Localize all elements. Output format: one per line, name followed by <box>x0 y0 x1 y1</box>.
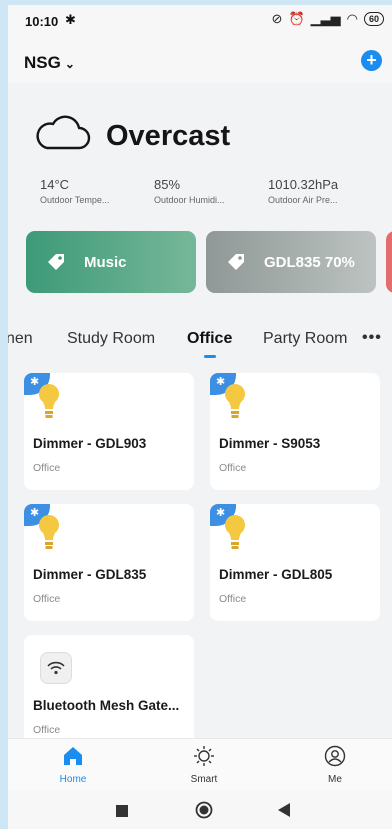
add-device-button[interactable]: + <box>361 50 382 71</box>
home-icon <box>64 747 82 765</box>
home-selector[interactable]: NSG ⌄ <box>24 53 75 73</box>
bulb-icon <box>225 384 245 418</box>
nav-label: Me <box>328 774 342 785</box>
signal-icon: ▁▃▅ <box>310 11 341 26</box>
tab-office[interactable]: Office <box>187 330 232 348</box>
nav-me[interactable]: Me <box>295 745 375 785</box>
nav-label: Home <box>59 774 87 785</box>
more-tabs-icon[interactable]: ••• <box>362 329 382 347</box>
wifi-icon: ◠ <box>346 11 358 26</box>
alarm-icon: ⏰ <box>288 11 305 26</box>
plus-icon: + <box>366 50 377 70</box>
device-name: Dimmer - GDL903 <box>33 436 147 451</box>
sun-icon <box>194 746 214 766</box>
chevron-down-icon: ⌄ <box>64 57 75 71</box>
scene-label: Music <box>84 253 127 271</box>
bottom-nav: Home Smart Me <box>8 738 392 791</box>
tab-kitchen[interactable]: nen <box>8 330 33 348</box>
back-icon[interactable] <box>278 803 290 817</box>
scene-card-music[interactable]: Music <box>26 231 196 293</box>
tab-party-room[interactable]: Party Room <box>263 330 347 348</box>
app-header: NSG ⌄ + <box>8 37 392 83</box>
device-card[interactable]: ✱ Dimmer - GDL805 Office <box>210 504 380 621</box>
profile-icon <box>324 745 346 767</box>
battery-icon: 60 <box>363 12 384 26</box>
device-name: Bluetooth Mesh Gate... <box>33 698 180 713</box>
device-room: Office <box>33 593 61 605</box>
active-tab-indicator <box>204 355 216 358</box>
scene-card-gdl835[interactable]: GDL835 70% <box>206 231 376 293</box>
weather-condition: Overcast <box>106 120 231 152</box>
humidity-label: Outdoor Humidi... <box>154 195 225 205</box>
recents-icon[interactable] <box>116 805 128 817</box>
gateway-wifi-icon <box>40 652 72 684</box>
device-card[interactable]: ✱ Dimmer - GDL903 Office <box>24 373 194 490</box>
humidity-value: 85% <box>154 177 181 192</box>
bulb-icon <box>39 384 59 418</box>
device-name: Dimmer - GDL835 <box>33 567 147 582</box>
tag-icon <box>226 252 246 272</box>
nav-label: Smart <box>190 774 218 785</box>
temperature-value: 14°C <box>40 177 70 192</box>
room-tabs: nen Study Room Office Party Room ••• <box>8 325 392 365</box>
tab-study-room[interactable]: Study Room <box>67 330 155 348</box>
device-room: Office <box>33 462 61 474</box>
bulb-icon <box>39 515 59 549</box>
device-name: Dimmer - GDL805 <box>219 567 333 582</box>
device-card[interactable]: ✱ Dimmer - GDL835 Office <box>24 504 194 621</box>
tag-icon <box>46 252 66 272</box>
pressure-value: 1010.32hPa <box>268 177 339 192</box>
bulb-icon <box>225 515 245 549</box>
device-room: Office <box>33 724 61 736</box>
pressure-label: Outdoor Air Pre... <box>268 195 338 205</box>
status-bar: 10:10 ✱ ⊘ ⏰ ▁▃▅ ◠ 60 <box>8 5 392 37</box>
device-card[interactable]: Bluetooth Mesh Gate... Office <box>24 635 194 752</box>
scene-label: GDL835 70% <box>264 253 355 271</box>
status-time: 10:10 <box>25 14 59 29</box>
device-room: Office <box>219 462 247 474</box>
system-nav-bar <box>8 790 392 829</box>
bluetooth-status-icon: ✱ <box>65 12 76 27</box>
device-card[interactable]: ✱ Dimmer - S9053 Office <box>210 373 380 490</box>
home-circle-icon[interactable] <box>195 801 213 819</box>
temperature-label: Outdoor Tempe... <box>40 195 110 205</box>
weather-panel: Overcast 14°C Outdoor Tempe... 85% Outdo… <box>8 83 392 223</box>
outdoor-air-pressure: 1010.32hPa Outdoor Air Pre... <box>268 177 338 205</box>
outdoor-temperature: 14°C Outdoor Tempe... <box>40 177 109 205</box>
status-icons: ⊘ ⏰ ▁▃▅ ◠ 60 <box>272 11 384 27</box>
scene-card-partial[interactable] <box>386 231 392 293</box>
nav-home[interactable]: Home <box>33 745 113 785</box>
nav-smart[interactable]: Smart <box>164 745 244 785</box>
mute-icon: ⊘ <box>271 11 283 26</box>
cloud-icon <box>36 115 91 150</box>
device-name: Dimmer - S9053 <box>219 436 321 451</box>
app-screen: 10:10 ✱ ⊘ ⏰ ▁▃▅ ◠ 60 NSG ⌄ + Overcast 14°… <box>8 5 392 829</box>
outdoor-humidity: 85% Outdoor Humidi... <box>154 177 225 205</box>
home-name: NSG <box>24 53 61 72</box>
device-room: Office <box>219 593 247 605</box>
